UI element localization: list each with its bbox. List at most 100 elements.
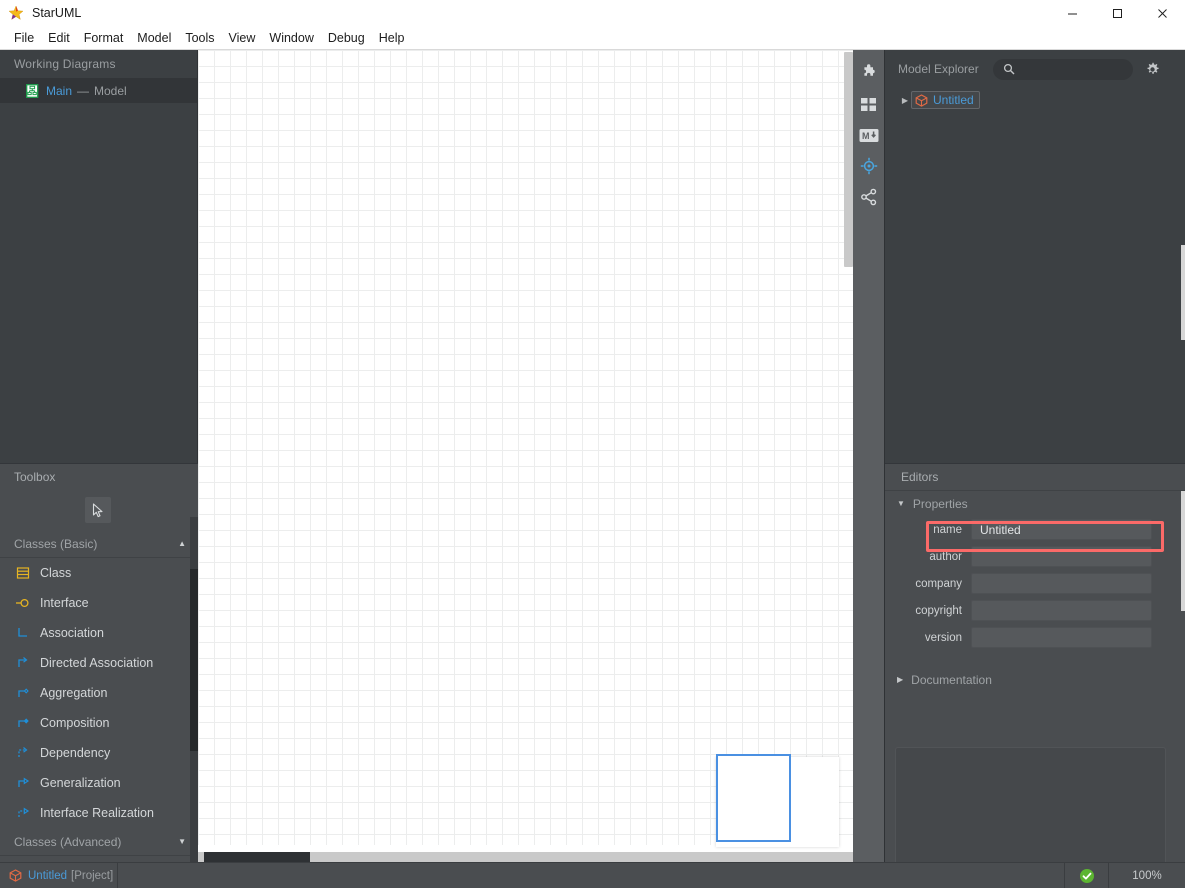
- puzzle-piece-icon: [863, 64, 875, 76]
- toolbox-item-label: Composition: [40, 716, 110, 730]
- interface-icon: [12, 595, 34, 611]
- toolbox-item-label: Generalization: [40, 776, 121, 790]
- property-label: name: [933, 523, 962, 536]
- app-title: StarUML: [32, 6, 82, 20]
- toolbox-item-directed-association[interactable]: Directed Association: [0, 648, 198, 678]
- canvas-grid: [198, 50, 853, 845]
- toolbox-cursor-row: [0, 490, 198, 530]
- menu-tools[interactable]: Tools: [178, 28, 221, 48]
- title-bar: StarUML: [0, 0, 1185, 26]
- tree-node-label: Untitled: [933, 93, 974, 107]
- model-explorer-settings-button[interactable]: [1144, 60, 1162, 78]
- status-project-name: Untitled: [28, 869, 67, 882]
- extensions-button[interactable]: [853, 59, 884, 87]
- toolbox-item-association[interactable]: Association: [0, 618, 198, 648]
- toolbox-section-label: Classes (Basic): [14, 536, 98, 551]
- class-diagram-icon: [26, 83, 39, 98]
- properties-section-header[interactable]: ▼ Properties: [885, 491, 1185, 516]
- menu-edit[interactable]: Edit: [41, 28, 77, 48]
- close-icon: [1158, 8, 1167, 18]
- toolbox-item-class[interactable]: Class: [0, 558, 198, 588]
- menu-window[interactable]: Window: [262, 28, 320, 48]
- author-field[interactable]: [971, 546, 1152, 567]
- documentation-section-label: Documentation: [911, 672, 992, 687]
- staruml-window: StarUML File Edit Format Model Tools Vie…: [0, 0, 1185, 888]
- toolbox-item-interface-realization[interactable]: Interface Realization: [0, 798, 198, 828]
- status-ok-indicator[interactable]: [1064, 863, 1108, 888]
- status-project[interactable]: Untitled [Project]: [0, 862, 118, 888]
- documentation-section-header[interactable]: ▶ Documentation: [885, 667, 1185, 692]
- chevron-right-icon[interactable]: ▶: [899, 96, 911, 105]
- maximize-button[interactable]: [1095, 0, 1140, 26]
- menu-view[interactable]: View: [222, 28, 263, 48]
- toolbox-item-interface[interactable]: Interface: [0, 588, 198, 618]
- working-diagram-dash: —: [77, 83, 90, 98]
- property-label: author: [929, 550, 962, 563]
- toolbox-section-classes-basic[interactable]: Classes (Basic) ▲: [0, 530, 198, 558]
- search-input[interactable]: [1020, 63, 1125, 75]
- canvas-vertical-scrollbar-thumb[interactable]: [844, 52, 853, 267]
- name-field[interactable]: [971, 519, 1152, 540]
- working-diagram-item-main[interactable]: Main — Model: [0, 78, 197, 103]
- directed-association-icon: [12, 655, 34, 671]
- minimize-button[interactable]: [1050, 0, 1095, 26]
- pointer-tool-button[interactable]: [85, 497, 111, 523]
- maximize-icon: [1113, 8, 1122, 18]
- menu-bar: File Edit Format Model Tools View Window…: [0, 26, 1185, 50]
- close-button[interactable]: [1140, 0, 1185, 26]
- company-field[interactable]: [971, 573, 1152, 594]
- diagram-canvas[interactable]: M: [198, 50, 884, 862]
- toolbox-item-label: Directed Association: [40, 656, 154, 670]
- canvas-toolbar: M: [853, 50, 884, 862]
- property-row-version: version: [885, 624, 1185, 651]
- layout-button[interactable]: [853, 90, 884, 118]
- status-zoom-level[interactable]: 100%: [1108, 863, 1185, 888]
- toolbox-section-classes-advanced[interactable]: Classes (Advanced) ▼: [0, 828, 198, 856]
- gear-icon: [1147, 62, 1159, 74]
- canvas-horizontal-scrollbar-thumb[interactable]: [204, 852, 310, 862]
- model-explorer-search[interactable]: [992, 58, 1133, 80]
- status-project-kind: [Project]: [71, 869, 114, 882]
- toolbox-item-dependency[interactable]: Dependency: [0, 738, 198, 768]
- menu-debug[interactable]: Debug: [321, 28, 372, 48]
- menu-file[interactable]: File: [7, 28, 41, 48]
- editors-scrollbar-thumb[interactable]: [1181, 491, 1185, 611]
- focus-button[interactable]: [853, 152, 884, 180]
- minimize-icon: [1068, 13, 1077, 14]
- selection-rectangle[interactable]: [716, 754, 791, 842]
- menu-format[interactable]: Format: [77, 28, 131, 48]
- toolbox-item-label: Class: [40, 566, 72, 580]
- toolbox-item-aggregation[interactable]: Aggregation: [0, 678, 198, 708]
- toolbox-item-generalization[interactable]: Generalization: [0, 768, 198, 798]
- model-explorer-header: Model Explorer: [885, 50, 1185, 88]
- class-icon: [12, 565, 34, 581]
- toolbox-scrollbar-thumb[interactable]: [190, 569, 198, 751]
- project-cube-icon: [915, 93, 928, 107]
- property-label: copyright: [915, 604, 962, 617]
- menu-help[interactable]: Help: [372, 28, 412, 48]
- tree-node-content[interactable]: Untitled: [911, 91, 980, 109]
- toolbox-item-label: Interface Realization: [40, 806, 154, 820]
- working-diagrams-list: Main — Model: [0, 78, 197, 103]
- dependency-icon: [12, 745, 34, 761]
- version-field[interactable]: [971, 627, 1152, 648]
- chevron-down-icon: ▼: [178, 837, 186, 846]
- menu-model[interactable]: Model: [130, 28, 178, 48]
- toolbox-item-composition[interactable]: Composition: [0, 708, 198, 738]
- toolbox-item-label: Association: [40, 626, 104, 640]
- generalization-icon: [12, 775, 34, 791]
- chevron-up-icon: ▲: [178, 539, 186, 548]
- markdown-button[interactable]: M: [853, 121, 884, 149]
- editors-title: Editors: [885, 464, 1185, 491]
- tree-node-untitled[interactable]: ▶ Untitled: [885, 90, 1185, 110]
- right-panel: Model Explorer ▶ Untitled Editors ▼ Prop…: [884, 50, 1185, 888]
- model-explorer-tree: ▶ Untitled: [885, 88, 1185, 110]
- copyright-field[interactable]: [971, 600, 1152, 621]
- share-button[interactable]: [853, 183, 884, 211]
- composition-icon: [12, 715, 34, 731]
- status-right-group: 100%: [1064, 863, 1185, 888]
- status-bar: Untitled [Project] 100%: [0, 862, 1185, 888]
- property-label: version: [924, 631, 962, 644]
- svg-text:M: M: [862, 131, 870, 141]
- model-explorer-scrollbar-thumb[interactable]: [1181, 245, 1185, 340]
